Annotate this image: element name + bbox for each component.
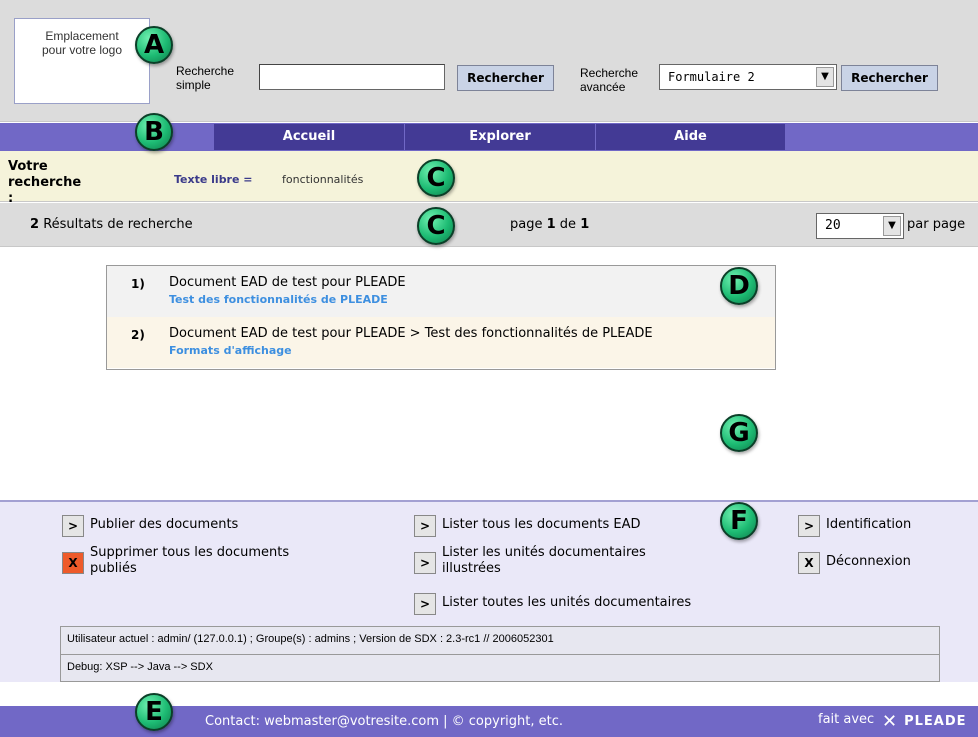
advanced-form-select[interactable]: Formulaire 2 ▼ (659, 64, 837, 90)
divider (61, 654, 939, 655)
debug-info: Debug: XSP --> Java --> SDX (67, 661, 213, 673)
footer-contact[interactable]: Contact: webmaster@votresite.com | © cop… (205, 714, 563, 729)
chevron-down-icon[interactable]: ▼ (883, 216, 901, 236)
pleade-star-icon: ✕ (882, 710, 899, 732)
publish-button[interactable]: > (62, 515, 84, 537)
simple-search-label-line2: simple (176, 78, 211, 92)
simple-search-label: Recherche simple (176, 64, 234, 92)
result-number: 2) (131, 328, 145, 342)
marker-a: A (135, 26, 173, 64)
list-item: 1) Document EAD de test pour PLEADE Test… (107, 266, 775, 317)
page-sep: de (559, 217, 577, 232)
delete-all-button[interactable]: X (62, 552, 84, 574)
page-current: 1 (546, 217, 556, 232)
advanced-search-label: Recherche avancée (580, 66, 638, 94)
marker-g: G (720, 414, 758, 452)
list-illustrated-label-line2: illustrées (442, 561, 501, 576)
simple-search-label-line1: Recherche (176, 64, 235, 78)
logo-placeholder-line1: Emplacement (45, 29, 119, 43)
pleade-logo[interactable]: ✕ PLEADE (882, 710, 967, 732)
simple-search-button[interactable]: Rechercher (457, 65, 554, 91)
list-illustrated-button[interactable]: > (414, 552, 436, 574)
list-all-units-button[interactable]: > (414, 593, 436, 615)
advanced-search-label-line2: avancée (580, 80, 626, 94)
identification-label[interactable]: Identification (826, 517, 911, 533)
logout-label[interactable]: Déconnexion (826, 554, 911, 570)
per-page-select[interactable]: 20 ▼ (816, 213, 904, 239)
per-page-value: 20 (825, 218, 841, 233)
results-count-label: Résultats de recherche (43, 217, 193, 232)
tab-explorer[interactable]: Explorer (405, 124, 596, 150)
result-title: Document EAD de test pour PLEADE > Test … (169, 326, 653, 341)
advanced-search-label-line1: Recherche (580, 66, 639, 80)
info-box: Utilisateur actuel : admin/ (127.0.0.1) … (60, 626, 940, 682)
logo-placeholder: Emplacement pour votre logo (14, 18, 150, 104)
result-link[interactable]: Formats d'affichage (169, 344, 292, 357)
marker-c: C (417, 159, 455, 197)
list-illustrated-label[interactable]: Lister les unités documentaires illustré… (442, 545, 646, 577)
list-ead-button[interactable]: > (414, 515, 436, 537)
marker-b: B (135, 113, 173, 151)
footer-made-with: fait avec (818, 712, 875, 727)
results-count: 2 Résultats de recherche (30, 217, 193, 232)
query-value: fonctionnalités (282, 173, 364, 186)
page-info: page 1 de 1 (510, 217, 589, 232)
pleade-brand: PLEADE (904, 713, 967, 729)
delete-all-label[interactable]: Supprimer tous les documents publiés (90, 545, 289, 577)
query-label: Votre recherche : (8, 159, 81, 207)
results-list: 1) Document EAD de test pour PLEADE Test… (106, 265, 776, 370)
page-total: 1 (580, 217, 590, 232)
result-title: Document EAD de test pour PLEADE (169, 275, 406, 290)
chevron-down-icon[interactable]: ▼ (816, 67, 834, 87)
results-count-number: 2 (30, 217, 40, 232)
delete-all-label-line2: publiés (90, 561, 137, 576)
marker-d: D (720, 267, 758, 305)
advanced-form-selected: Formulaire 2 (668, 70, 755, 84)
delete-all-label-line1: Supprimer tous les documents (90, 545, 290, 560)
query-key: Texte libre = (174, 173, 253, 186)
query-label-line1: Votre (8, 159, 48, 174)
publish-label[interactable]: Publier des documents (90, 517, 238, 533)
list-illustrated-label-line1: Lister les unités documentaires (442, 545, 646, 560)
tab-aide[interactable]: Aide (596, 124, 786, 150)
tab-accueil[interactable]: Accueil (214, 124, 405, 150)
list-all-units-label[interactable]: Lister toutes les unités documentaires (442, 595, 691, 611)
advanced-search-button[interactable]: Rechercher (841, 65, 938, 91)
identification-button[interactable]: > (798, 515, 820, 537)
marker-e: E (135, 693, 173, 731)
result-number: 1) (131, 277, 145, 291)
logout-button[interactable]: X (798, 552, 820, 574)
result-link[interactable]: Test des fonctionnalités de PLEADE (169, 293, 388, 306)
page-prefix: page (510, 217, 543, 232)
marker-f: F (720, 502, 758, 540)
logo-placeholder-line2: pour votre logo (41, 43, 123, 57)
user-info: Utilisateur actuel : admin/ (127.0.0.1) … (67, 633, 554, 645)
list-ead-label[interactable]: Lister tous les documents EAD (442, 517, 641, 533)
query-summary: Votre recherche : Texte libre = fonction… (0, 151, 978, 206)
simple-search-input[interactable] (259, 64, 445, 90)
marker-c: C (417, 207, 455, 245)
list-item: 2) Document EAD de test pour PLEADE > Te… (107, 317, 775, 368)
per-page-label: par page (907, 217, 966, 232)
